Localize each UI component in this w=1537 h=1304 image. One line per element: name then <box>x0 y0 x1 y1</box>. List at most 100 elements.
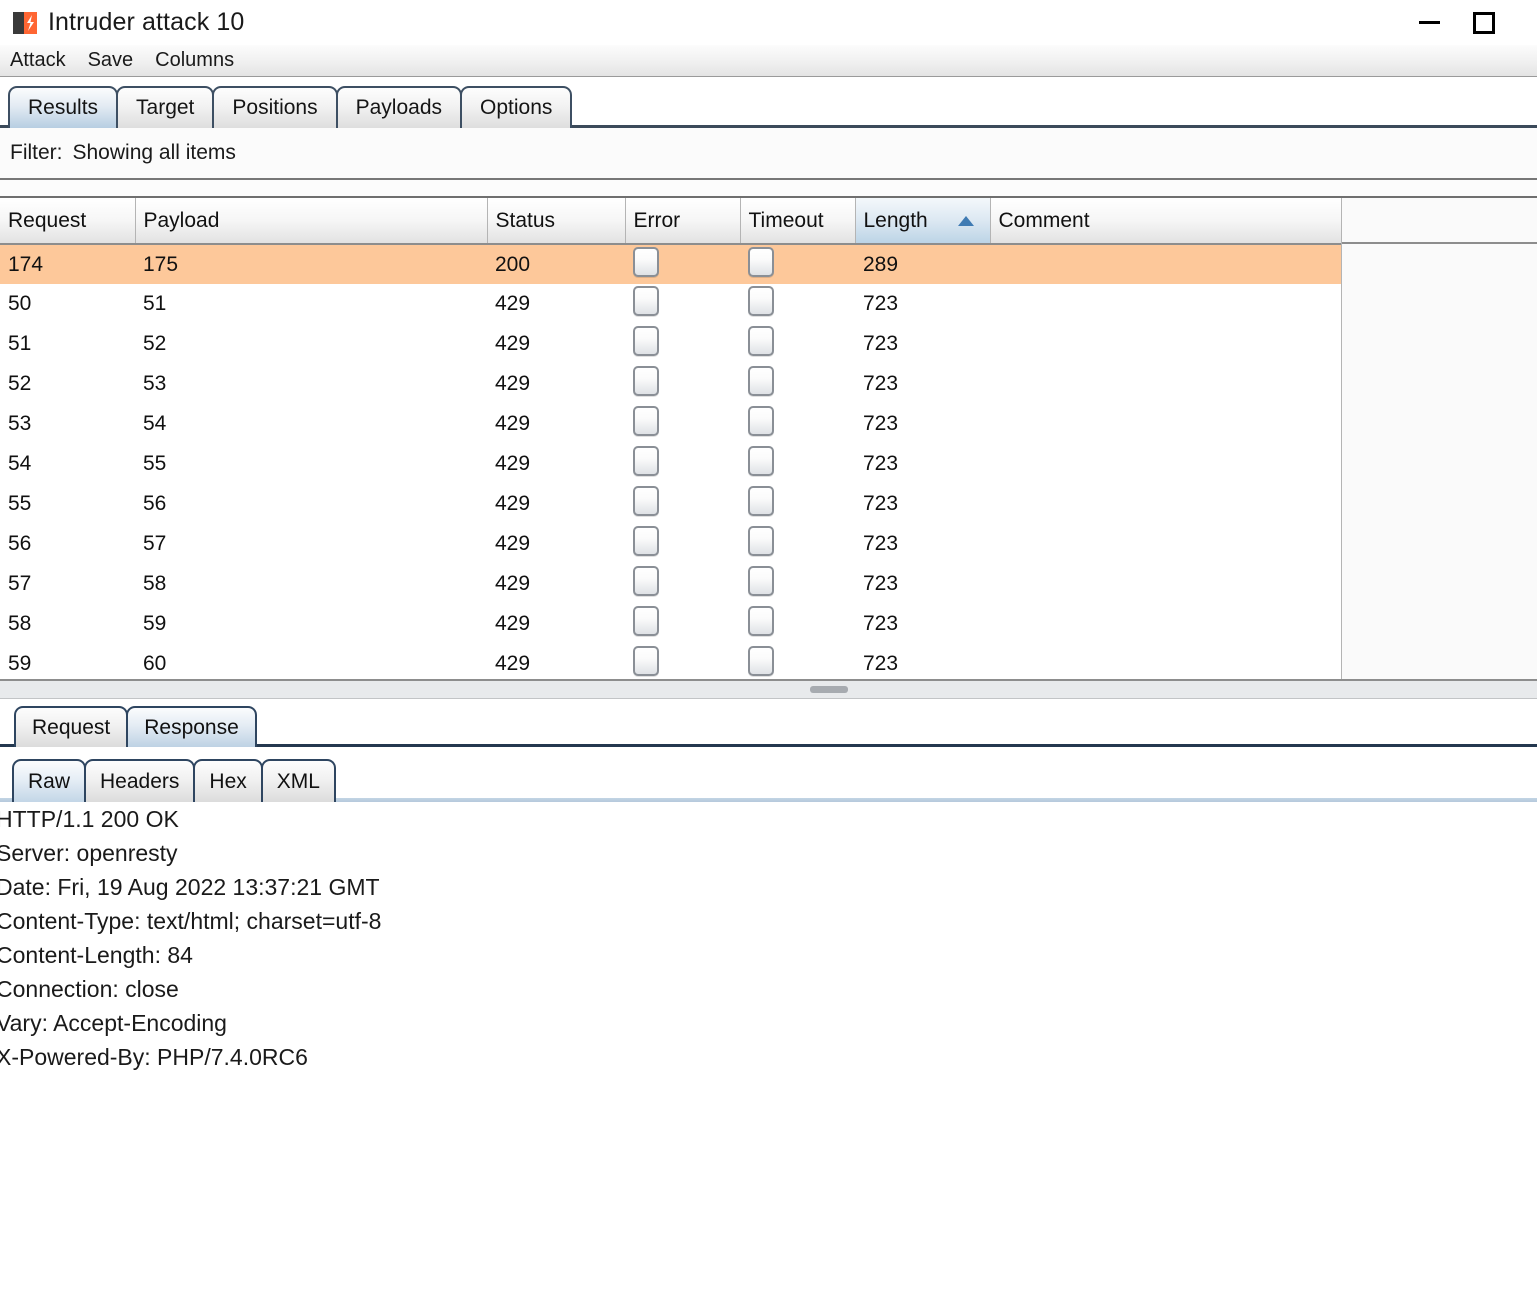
results-table-container[interactable]: Request Payload Status Error Timeout Len… <box>0 198 1537 679</box>
cell-timeout-checkbox[interactable] <box>748 446 774 476</box>
cell-error-checkbox[interactable] <box>633 606 659 636</box>
cell-status: 429 <box>495 572 531 595</box>
table-row[interactable]: 50 51 429 723 <box>0 284 1341 324</box>
tab-headers[interactable]: Headers <box>84 759 196 802</box>
cell-error <box>625 524 740 564</box>
cell-timeout-checkbox[interactable] <box>748 486 774 516</box>
cell-timeout-checkbox[interactable] <box>748 406 774 436</box>
cell-payload: 56 <box>143 492 167 515</box>
cell-error-checkbox[interactable] <box>633 526 659 556</box>
cell-status: 429 <box>495 652 531 675</box>
response-header-line: Date: Fri, 19 Aug 2022 13:37:21 GMT <box>0 874 380 900</box>
response-body-xml: <result><code>0</code><msg>flag{87bc5782… <box>0 1108 1537 1112</box>
cell-error-checkbox[interactable] <box>633 566 659 596</box>
filter-bar[interactable]: Filter: Showing all items <box>0 128 1537 180</box>
cell-timeout-checkbox[interactable] <box>748 646 774 676</box>
cell-payload: 57 <box>143 532 167 555</box>
menu-item-columns[interactable]: Columns <box>155 49 234 72</box>
cell-payload: 58 <box>143 572 167 595</box>
tab-results[interactable]: Results <box>8 86 119 128</box>
sort-ascending-icon <box>957 215 974 226</box>
cell-length: 723 <box>863 572 899 595</box>
cell-error-checkbox[interactable] <box>633 366 659 396</box>
results-table-header: Request Payload Status Error Timeout Len… <box>0 198 1342 245</box>
response-header-line: Content-Length: 84 <box>0 942 193 968</box>
cell-timeout-checkbox[interactable] <box>748 526 774 556</box>
cell-payload: 55 <box>143 452 167 475</box>
response-header-line: Server: openresty <box>0 840 178 866</box>
menu-item-save[interactable]: Save <box>88 49 134 72</box>
tab-options[interactable]: Options <box>460 86 573 128</box>
window-controls <box>1391 0 1537 45</box>
response-header-line: X-Powered-By: PHP/7.4.0RC6 <box>0 1044 308 1070</box>
cell-timeout-checkbox[interactable] <box>748 246 774 277</box>
cell-request: 58 <box>8 612 32 635</box>
table-row[interactable]: 58 59 429 723 <box>0 604 1341 644</box>
cell-error-checkbox[interactable] <box>633 246 659 277</box>
table-row[interactable]: 56 57 429 723 <box>0 524 1341 564</box>
column-header-payload[interactable]: Payload <box>135 198 488 245</box>
results-table-body: 174 175 200 289 50 51 429 723 51 52 429 723 52 53 429 7… <box>0 244 1341 679</box>
cell-timeout <box>740 484 855 524</box>
table-row[interactable]: 57 58 429 723 <box>0 564 1341 604</box>
cell-timeout-checkbox[interactable] <box>748 286 774 316</box>
cell-error-checkbox[interactable] <box>633 286 659 316</box>
maximize-button[interactable] <box>1467 0 1537 45</box>
splitter-grip-handle[interactable] <box>810 686 848 693</box>
cell-error-checkbox[interactable] <box>633 646 659 676</box>
horizontal-splitter[interactable] <box>0 679 1537 699</box>
cell-error-checkbox[interactable] <box>633 326 659 356</box>
column-header-timeout[interactable]: Timeout <box>740 198 856 245</box>
cell-payload: 59 <box>143 612 167 635</box>
table-row[interactable]: 174 175 200 289 <box>0 244 1341 284</box>
tab-target[interactable]: Target <box>116 86 215 128</box>
tab-xml[interactable]: XML <box>260 759 336 802</box>
tab-hex[interactable]: Hex <box>193 759 263 802</box>
cell-length: 723 <box>863 492 899 515</box>
column-header-length-label: Length <box>863 208 928 232</box>
cell-error <box>625 644 740 679</box>
minimize-button[interactable] <box>1391 0 1467 45</box>
cell-comment <box>990 244 1341 284</box>
table-row[interactable]: 59 60 429 723 <box>0 644 1341 679</box>
burp-suite-icon <box>13 11 37 34</box>
table-row[interactable]: 52 53 429 723 <box>0 364 1341 404</box>
cell-length: 723 <box>863 612 899 635</box>
table-row[interactable]: 55 56 429 723 <box>0 484 1341 524</box>
view-tab-strip: Raw Headers Hex XML <box>0 750 1537 802</box>
cell-timeout-checkbox[interactable] <box>748 326 774 356</box>
cell-timeout-checkbox[interactable] <box>748 566 774 596</box>
table-row[interactable]: 53 54 429 723 <box>0 404 1341 444</box>
column-header-request[interactable]: Request <box>0 198 136 245</box>
response-header-line: Content-Type: text/html; charset=utf-8 <box>0 908 382 934</box>
tab-raw[interactable]: Raw <box>12 759 87 802</box>
cell-error-checkbox[interactable] <box>633 446 659 476</box>
tab-positions[interactable]: Positions <box>212 86 338 128</box>
menu-item-attack[interactable]: Attack <box>10 49 66 72</box>
response-raw-viewer[interactable]: HTTP/1.1 200 OK Server: openresty Date: Fr… <box>0 802 1537 1112</box>
cell-comment <box>990 484 1341 524</box>
cell-length: 723 <box>863 332 899 355</box>
table-row[interactable]: 51 52 429 723 <box>0 324 1341 364</box>
cell-timeout <box>740 244 855 284</box>
cell-comment <box>990 444 1341 484</box>
cell-payload: 52 <box>143 332 167 355</box>
column-header-status[interactable]: Status <box>487 198 626 245</box>
cell-payload: 54 <box>143 412 167 435</box>
cell-timeout-checkbox[interactable] <box>748 606 774 636</box>
cell-length: 723 <box>863 452 899 475</box>
cell-request: 56 <box>8 532 32 555</box>
column-header-comment[interactable]: Comment <box>990 198 1342 245</box>
table-row[interactable]: 54 55 429 723 <box>0 444 1341 484</box>
cell-error-checkbox[interactable] <box>633 406 659 436</box>
cell-status: 429 <box>495 532 531 555</box>
tab-response[interactable]: Response <box>126 706 257 747</box>
cell-request: 55 <box>8 492 32 515</box>
cell-timeout <box>740 364 855 404</box>
column-header-error[interactable]: Error <box>625 198 741 245</box>
column-header-length[interactable]: Length <box>855 198 991 245</box>
cell-error-checkbox[interactable] <box>633 486 659 516</box>
tab-request[interactable]: Request <box>14 706 129 747</box>
cell-timeout-checkbox[interactable] <box>748 366 774 396</box>
tab-payloads[interactable]: Payloads <box>335 86 463 128</box>
